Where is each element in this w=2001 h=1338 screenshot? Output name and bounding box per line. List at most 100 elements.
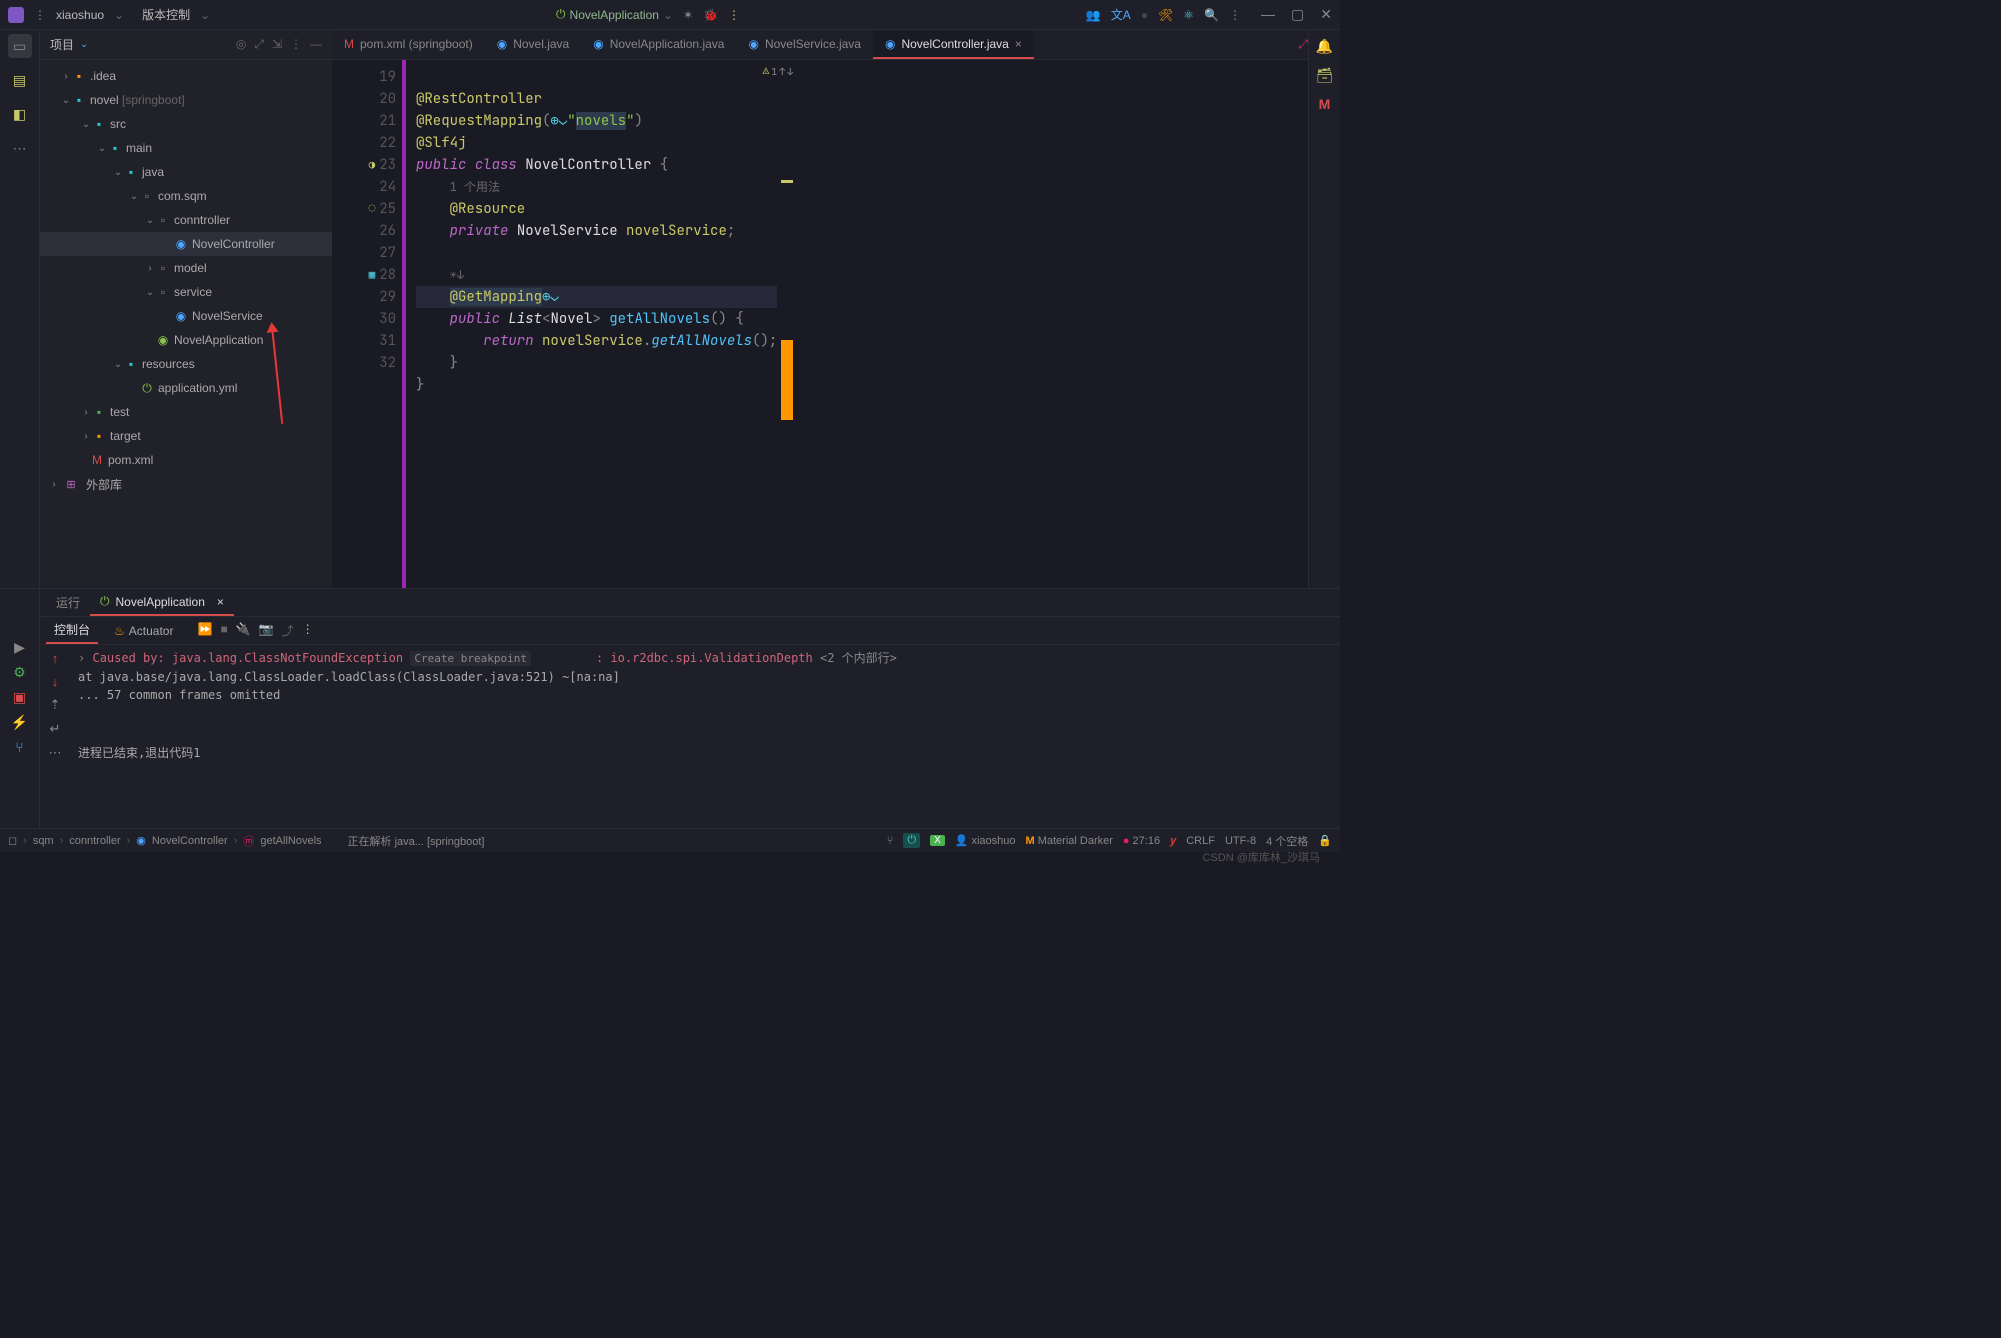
minimize-button[interactable]: —: [1261, 6, 1275, 23]
circle-icon[interactable]: ●: [1141, 8, 1148, 22]
tab-novelcontroller[interactable]: ◉NovelController.java×: [873, 30, 1034, 59]
tree-row-src[interactable]: ⌄▪src: [40, 112, 332, 136]
translate-icon[interactable]: 文A: [1111, 6, 1131, 23]
status-crlf[interactable]: CRLF: [1186, 835, 1215, 847]
tree-row-service[interactable]: ⌄▫service: [40, 280, 332, 304]
main-menu-icon[interactable]: ⋮: [34, 8, 46, 22]
settings-icon[interactable]: ⋮: [1229, 8, 1241, 22]
more-tool-icon[interactable]: ⋯: [8, 136, 32, 160]
editor-marker-stripe[interactable]: ⚠ 1 ↑ ↓: [777, 60, 795, 588]
tree-row-novelservice[interactable]: ◉NovelService: [40, 304, 332, 328]
chevron-down-icon[interactable]: ⌄: [80, 39, 88, 50]
tree-row-novel[interactable]: ⌄▪novel [springboot]: [40, 88, 332, 112]
breadcrumb-item[interactable]: conntroller: [69, 835, 120, 847]
tree-row-yml[interactable]: ⏻application.yml: [40, 376, 332, 400]
home-icon[interactable]: ◻: [8, 834, 17, 847]
structure-tool-icon[interactable]: ▤: [8, 68, 32, 92]
tree-row-package[interactable]: ⌄▫com.sqm: [40, 184, 332, 208]
x-badge[interactable]: X: [930, 835, 945, 846]
settings-icon[interactable]: ⚙: [13, 664, 26, 681]
camera-icon[interactable]: 📷: [259, 622, 274, 639]
team-icon[interactable]: 👥: [1086, 8, 1101, 22]
tree-row-novelapp[interactable]: ◉NovelApplication: [40, 328, 332, 352]
more-icon[interactable]: ⋮: [290, 37, 302, 52]
actuator-tab[interactable]: ♨Actuator: [106, 617, 181, 644]
fastforward-icon[interactable]: ⏩: [197, 622, 212, 639]
tab-novelapp[interactable]: ◉NovelApplication.java: [581, 30, 736, 59]
arrow-down-icon[interactable]: ↓: [787, 65, 793, 78]
tree-row-java[interactable]: ⌄▪java: [40, 160, 332, 184]
soft-wrap-icon[interactable]: ↵: [50, 721, 61, 737]
create-breakpoint-button[interactable]: Create breakpoint: [410, 651, 531, 666]
tree-row-main[interactable]: ⌄▪main: [40, 136, 332, 160]
run-button[interactable]: ▶: [14, 639, 25, 656]
breadcrumb-item[interactable]: NovelController: [152, 835, 228, 847]
more-icon[interactable]: ⋮: [728, 8, 740, 22]
bookmark-tool-icon[interactable]: ◧: [8, 102, 32, 126]
tree-row-target[interactable]: ›▪target: [40, 424, 332, 448]
target-icon[interactable]: ◎: [236, 37, 246, 52]
project-tool-icon[interactable]: ▭: [8, 34, 32, 58]
maven-icon[interactable]: M: [1319, 96, 1331, 112]
plug-icon[interactable]: 🔌: [236, 622, 251, 639]
scroll-down-icon[interactable]: ↓: [52, 674, 59, 689]
tab-novelservice[interactable]: ◉NovelService.java: [736, 30, 873, 59]
expand-icon[interactable]: ⤢: [1298, 37, 1308, 52]
scroll-top-icon[interactable]: ⇡: [50, 697, 61, 713]
hide-icon[interactable]: —: [310, 37, 322, 52]
line-gutter[interactable]: 19 20 21 22 ◑23 24 ◌25 26 27 ▦28 29 30 3…: [332, 60, 402, 588]
breadcrumb-item[interactable]: getAllNovels: [260, 835, 321, 847]
more-icon[interactable]: ⋯: [49, 745, 62, 761]
vcs-label[interactable]: 版本控制: [142, 6, 190, 23]
run-tab-app[interactable]: ⏻NovelApplication×: [90, 589, 234, 616]
debug-icon[interactable]: 🐞: [703, 8, 718, 22]
close-button[interactable]: ✕: [1320, 6, 1332, 23]
tree-row-extlibs[interactable]: ›⊞外部库: [40, 472, 332, 496]
marker[interactable]: [781, 180, 793, 183]
usage-hint[interactable]: 1 个用法: [450, 179, 500, 195]
tree-row-controller[interactable]: ⌄▫conntroller: [40, 208, 332, 232]
tab-pom[interactable]: Mpom.xml (springboot): [332, 30, 485, 59]
run-tab-run[interactable]: 运行: [46, 589, 90, 616]
tree-row-model[interactable]: ›▫model: [40, 256, 332, 280]
status-badge[interactable]: ⏻: [903, 833, 920, 848]
branch-icon[interactable]: ⑂: [887, 835, 894, 847]
atom-icon[interactable]: ⚛: [1183, 8, 1194, 22]
warning-icon[interactable]: ⚠: [763, 64, 770, 78]
breadcrumb-item[interactable]: sqm: [33, 835, 54, 847]
status-theme[interactable]: Material Darker: [1038, 835, 1113, 847]
scroll-up-icon[interactable]: ↑: [52, 651, 59, 666]
tree-row-idea[interactable]: ›▪.idea: [40, 64, 332, 88]
services-icon[interactable]: ⚡: [11, 714, 28, 731]
tools-icon[interactable]: 🛠: [1158, 8, 1173, 22]
project-name[interactable]: xiaoshuo: [56, 8, 104, 22]
search-icon[interactable]: 🔍: [1204, 8, 1219, 22]
tree-row-pom[interactable]: Mpom.xml: [40, 448, 332, 472]
terminal-icon[interactable]: ▣: [13, 689, 26, 706]
arrow-up-icon[interactable]: ↑: [779, 65, 785, 78]
project-panel-title[interactable]: 项目: [50, 36, 74, 53]
database-icon[interactable]: 🗃: [1316, 67, 1334, 84]
tree-row-novelcontroller[interactable]: ◉NovelController: [40, 232, 332, 256]
status-indent[interactable]: 4 个空格: [1266, 833, 1308, 849]
maximize-button[interactable]: ▢: [1291, 6, 1304, 23]
close-icon[interactable]: ×: [217, 595, 224, 609]
tree-row-test[interactable]: ›▪test: [40, 400, 332, 424]
chevron-down-icon[interactable]: ⌄: [114, 8, 124, 22]
more-icon[interactable]: ⋮: [302, 622, 314, 639]
close-icon[interactable]: ×: [1015, 37, 1022, 51]
notifications-icon[interactable]: 🔔: [1316, 38, 1333, 55]
collapse-icon[interactable]: ⇲: [272, 37, 282, 52]
expand-icon[interactable]: ⤢: [254, 37, 264, 52]
status-encoding[interactable]: UTF-8: [1225, 835, 1256, 847]
status-user[interactable]: xiaoshuo: [971, 835, 1015, 847]
console-output[interactable]: › Caused by: java.lang.ClassNotFoundExce…: [70, 645, 1340, 828]
stop-icon[interactable]: ■: [220, 622, 227, 639]
tree-row-resources[interactable]: ⌄▪resources: [40, 352, 332, 376]
marker[interactable]: [781, 340, 793, 420]
run-configuration[interactable]: ⏻ NovelApplication ⌄: [556, 7, 673, 22]
git-icon[interactable]: ⑂: [15, 739, 23, 755]
project-tree[interactable]: ›▪.idea ⌄▪novel [springboot] ⌄▪src ⌄▪mai…: [40, 60, 332, 588]
chevron-down-icon[interactable]: ⌄: [200, 8, 210, 22]
code-area[interactable]: @RestController @RequestMapping(⊕⌄"novel…: [406, 60, 777, 588]
